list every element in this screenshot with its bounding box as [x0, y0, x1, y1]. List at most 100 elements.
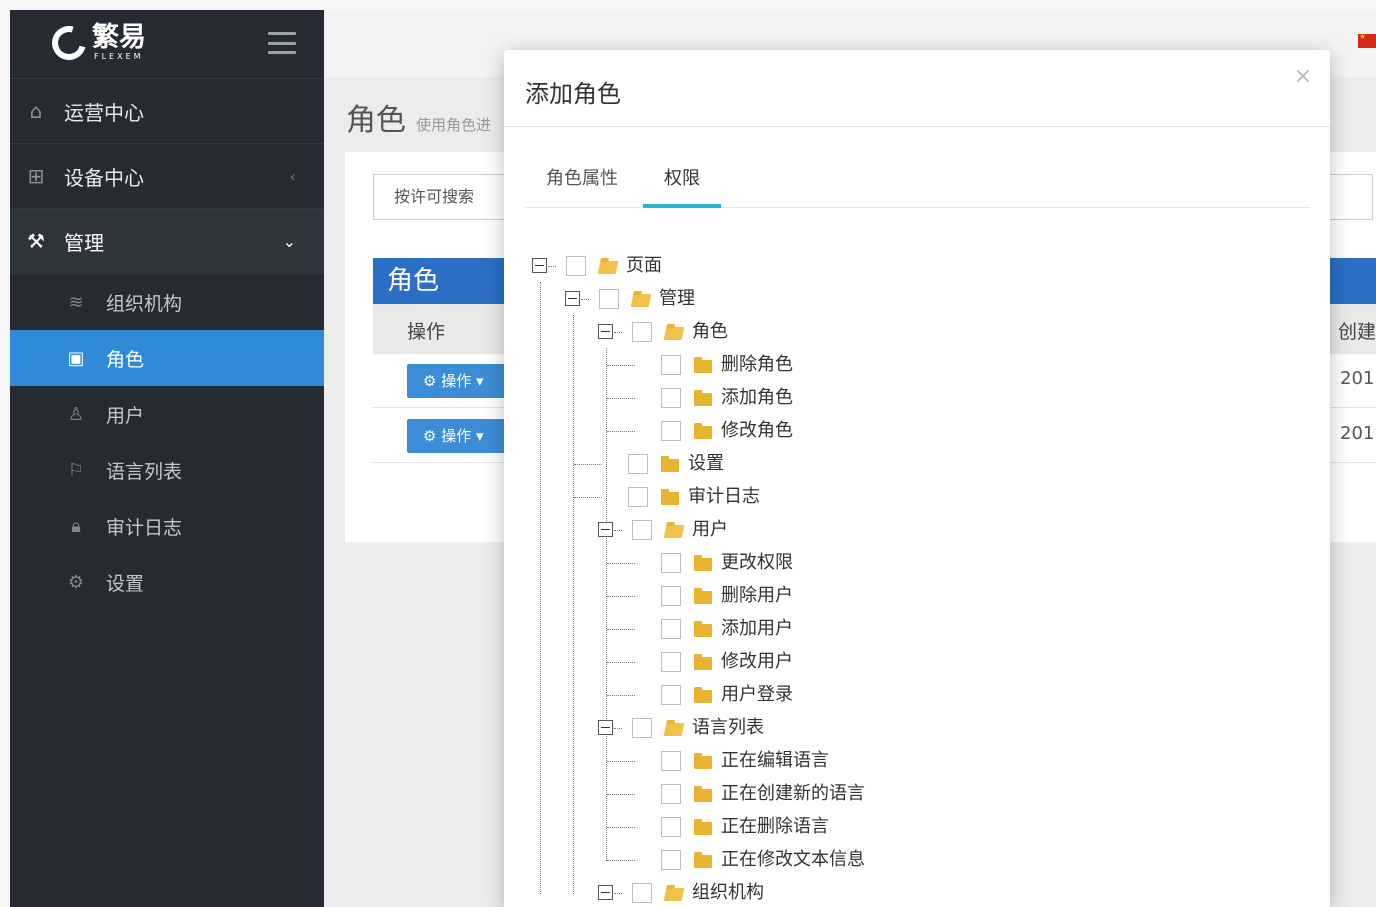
sidebar-item-label: 设备中心: [64, 165, 144, 190]
layers-icon: ≋: [68, 291, 84, 313]
folder-icon: [694, 852, 712, 868]
permission-checkbox[interactable]: [661, 751, 681, 771]
permission-checkbox[interactable]: [661, 817, 681, 837]
tree-node-label[interactable]: 正在编辑语言: [721, 750, 829, 772]
logo-bar: 繁易 FLEXEM: [10, 10, 324, 79]
permission-checkbox[interactable]: [661, 784, 681, 804]
permission-checkbox[interactable]: [632, 322, 652, 342]
tree-node-label[interactable]: 正在修改文本信息: [721, 849, 865, 871]
tree-guide-line: [607, 629, 635, 630]
user-icon: ♙: [67, 403, 85, 425]
briefcase-icon: ▣: [67, 347, 85, 369]
tab-permissions[interactable]: 权限: [643, 150, 721, 208]
tree-guide-line: [607, 563, 635, 564]
tree-node-label[interactable]: 添加用户: [721, 618, 793, 640]
folder-open-icon: [630, 294, 652, 307]
brand-name-en: FLEXEM: [94, 52, 144, 61]
permission-checkbox[interactable]: [661, 652, 681, 672]
tree-node-label[interactable]: 删除角色: [721, 354, 793, 376]
language-flag-icon[interactable]: [1358, 32, 1376, 48]
sidebar-item-admin[interactable]: ⚒ 管理 ⌄: [10, 209, 324, 274]
sidebar-item-audit[interactable]: 🔒︎ 审计日志: [10, 498, 324, 554]
grid-icon: ⊞: [27, 164, 45, 188]
action-button-label: 操作: [441, 427, 472, 445]
permission-checkbox[interactable]: [632, 883, 652, 903]
brand-logo[interactable]: 繁易 FLEXEM: [45, 19, 146, 66]
tree-node-label[interactable]: 修改角色: [721, 420, 793, 442]
tree-node-label[interactable]: 角色: [692, 321, 728, 343]
tree-node-label[interactable]: 语言列表: [692, 717, 764, 739]
tree-node-label[interactable]: 组织机构: [692, 882, 764, 904]
sidebar-item-devices[interactable]: ⊞ 设备中心 ‹: [10, 144, 324, 209]
folder-icon: [661, 489, 679, 505]
permission-checkbox[interactable]: [628, 454, 648, 474]
sidebar-item-roles[interactable]: ▣ 角色: [10, 330, 324, 386]
permission-checkbox[interactable]: [566, 256, 586, 276]
folder-icon: [694, 654, 712, 670]
tree-node-label[interactable]: 更改权限: [721, 552, 793, 574]
tree-guide-line: [574, 497, 602, 498]
sidebar-item-label: 用户: [106, 404, 145, 427]
permission-checkbox[interactable]: [661, 586, 681, 606]
chevron-left-icon: ‹: [289, 166, 296, 186]
tree-guide-line: [606, 348, 607, 861]
sidebar-item-label: 运营中心: [64, 100, 144, 125]
tree-node-label[interactable]: 修改用户: [721, 651, 793, 673]
folder-icon: [694, 423, 712, 439]
created-date: 201: [1340, 423, 1375, 444]
permission-checkbox[interactable]: [661, 553, 681, 573]
tree-node-label[interactable]: 设置: [688, 453, 724, 475]
action-dropdown-button[interactable]: ⚙ 操作 ▾: [407, 364, 507, 398]
tree-guide-line: [607, 596, 635, 597]
permission-checkbox[interactable]: [661, 619, 681, 639]
admin-submenu: ≋ 组织机构 ▣ 角色 ♙ 用户 ⚐ 语言列表 🔒︎ 审计日志 ⚙ 设置: [10, 274, 324, 610]
tree-guide-line: [614, 332, 622, 333]
tree-guide-line: [548, 266, 556, 267]
tree-node-label[interactable]: 用户: [692, 519, 728, 541]
permission-checkbox[interactable]: [661, 685, 681, 705]
tree-node-label[interactable]: 管理: [659, 288, 695, 310]
action-dropdown-button[interactable]: ⚙ 操作 ▾: [407, 419, 507, 453]
tree-node-label[interactable]: 删除用户: [721, 585, 793, 607]
permission-checkbox[interactable]: [632, 718, 652, 738]
sidebar-item-languages[interactable]: ⚐ 语言列表: [10, 442, 324, 498]
permission-checkbox[interactable]: [632, 520, 652, 540]
tree-toggle-icon[interactable]: [598, 885, 613, 900]
lock-icon: 🔒︎: [71, 515, 81, 537]
tree-guide-line: [607, 794, 635, 795]
home-icon: ⌂: [29, 99, 43, 123]
logo-text: 繁易 FLEXEM: [92, 24, 146, 62]
tree-node-label[interactable]: 正在创建新的语言: [721, 783, 865, 805]
menu-toggle-icon[interactable]: [268, 32, 296, 54]
sidebar-item-users[interactable]: ♙ 用户: [10, 386, 324, 442]
sidebar-item-org[interactable]: ≋ 组织机构: [10, 274, 324, 330]
sidebar-item-label: 语言列表: [106, 460, 183, 483]
tree-toggle-icon[interactable]: [532, 258, 547, 273]
close-icon[interactable]: ×: [1294, 64, 1312, 89]
tree-node-label[interactable]: 页面: [626, 255, 662, 277]
folder-icon: [661, 456, 679, 472]
logo-mark-icon: [45, 19, 93, 66]
permission-checkbox[interactable]: [599, 289, 619, 309]
tree-toggle-icon[interactable]: [598, 324, 613, 339]
tree-toggle-icon[interactable]: [598, 522, 613, 537]
tree-toggle-icon[interactable]: [565, 291, 580, 306]
sidebar-item-operations[interactable]: ⌂ 运营中心: [10, 79, 324, 144]
folder-open-icon: [663, 525, 685, 538]
permission-checkbox[interactable]: [661, 421, 681, 441]
permission-checkbox[interactable]: [661, 355, 681, 375]
tree-node-label[interactable]: 添加角色: [721, 387, 793, 409]
tree-node-label[interactable]: 审计日志: [688, 486, 760, 508]
tree-guide-line: [607, 761, 635, 762]
tree-toggle-icon[interactable]: [598, 720, 613, 735]
tree-node-label[interactable]: 用户登录: [721, 684, 793, 706]
tree-node-label[interactable]: 正在删除语言: [721, 816, 829, 838]
folder-open-icon: [663, 888, 685, 901]
sidebar-item-label: 审计日志: [106, 516, 183, 539]
permission-checkbox[interactable]: [628, 487, 648, 507]
permission-checkbox[interactable]: [661, 388, 681, 408]
tab-role-properties[interactable]: 角色属性: [525, 150, 639, 208]
permission-checkbox[interactable]: [661, 850, 681, 870]
sidebar-item-settings[interactable]: ⚙ 设置: [10, 554, 324, 610]
tree-guide-line: [614, 893, 622, 894]
